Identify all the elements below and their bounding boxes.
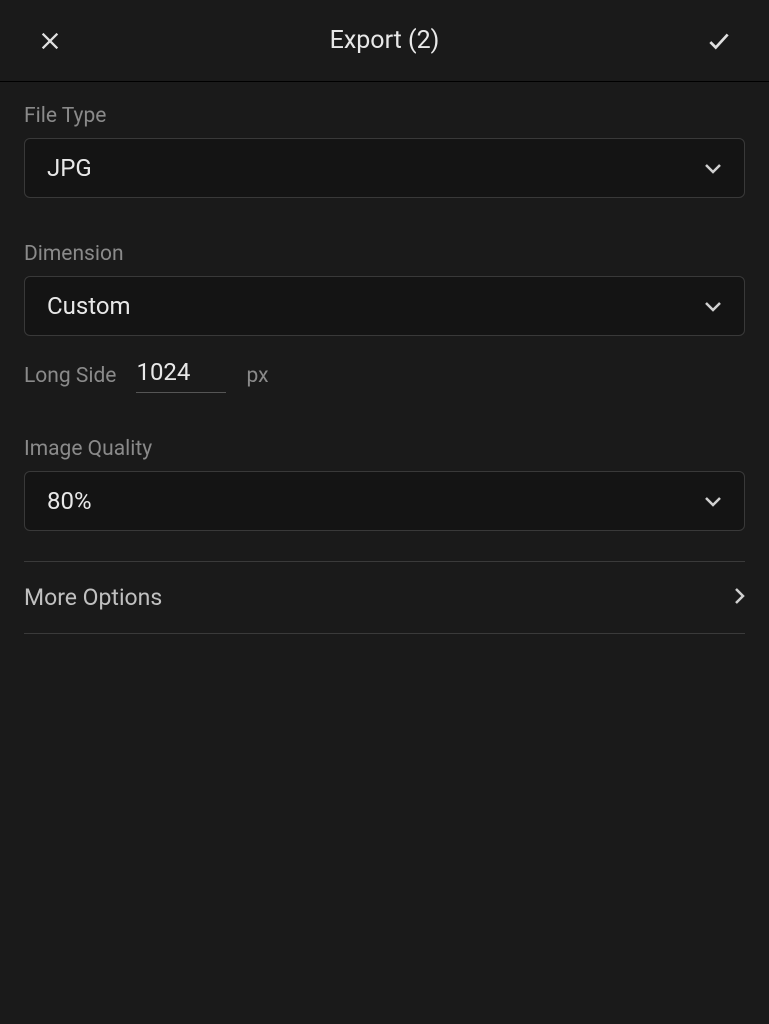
long-side-label: Long Side [24, 364, 116, 388]
image-quality-select[interactable]: 80% [24, 471, 745, 531]
content-area: File Type JPG Dimension Custom Long Side… [0, 82, 769, 656]
chevron-down-icon [704, 492, 722, 510]
file-type-select[interactable]: JPG [24, 138, 745, 198]
more-options-button[interactable]: More Options [24, 562, 745, 633]
chevron-right-icon [733, 587, 745, 609]
chevron-down-icon [704, 297, 722, 315]
page-title: Export (2) [330, 26, 440, 55]
dimension-select[interactable]: Custom [24, 276, 745, 336]
file-type-label: File Type [24, 104, 745, 128]
header-bar: Export (2) [0, 0, 769, 82]
image-quality-value: 80% [47, 487, 92, 515]
more-options-label: More Options [24, 584, 162, 611]
image-quality-section: Image Quality 80% [24, 437, 745, 531]
close-button[interactable] [30, 21, 70, 61]
long-side-input[interactable] [136, 358, 226, 393]
long-side-unit: px [246, 364, 268, 388]
confirm-button[interactable] [699, 21, 739, 61]
checkmark-icon [706, 28, 732, 54]
close-icon [39, 30, 61, 52]
long-side-row: Long Side px [24, 358, 745, 393]
dimension-value: Custom [47, 292, 131, 320]
file-type-value: JPG [47, 154, 92, 182]
image-quality-label: Image Quality [24, 437, 745, 461]
divider [24, 633, 745, 634]
dimension-label: Dimension [24, 242, 745, 266]
chevron-down-icon [704, 159, 722, 177]
